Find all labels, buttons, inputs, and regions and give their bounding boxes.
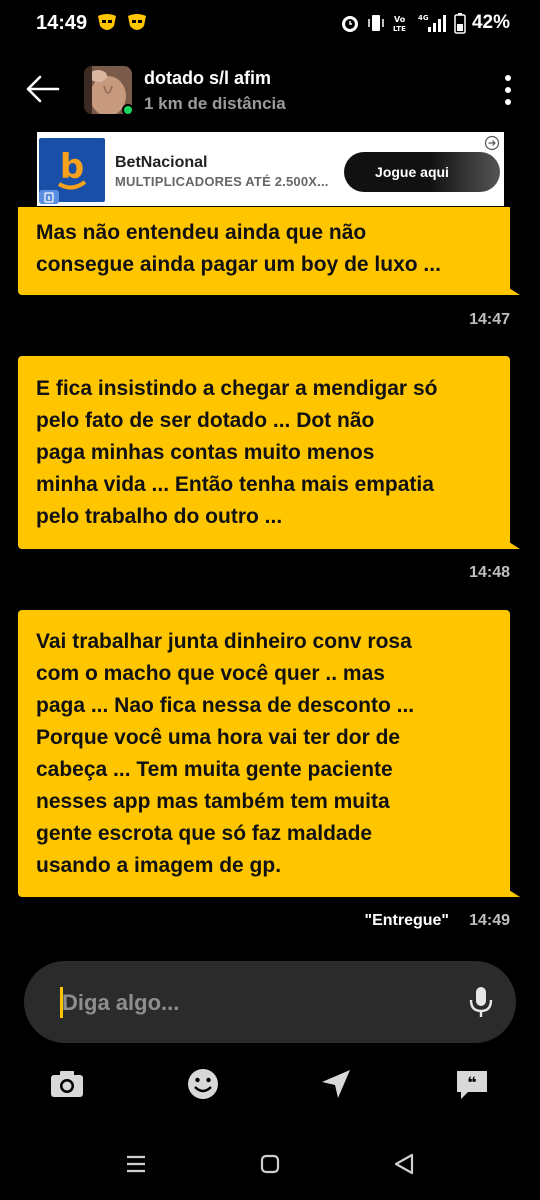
emoji-icon[interactable] [185,1066,221,1102]
recent-apps-icon[interactable] [122,1150,150,1178]
message-bubble[interactable]: Mas não entendeu ainda que não consegue … [18,207,520,295]
status-time: 14:49 [36,12,88,34]
ad-banner[interactable]: b BetNacional MULTIPLICADORES ATÉ 2.500X… [37,132,504,206]
online-indicator [122,104,134,116]
message-line: minha vida ... Então tenha mais empatia [36,473,434,496]
message-line: com o macho que você quer .. mas [36,662,385,685]
profile-name[interactable]: dotado s/l afim [144,68,271,89]
ad-subtitle: MULTIPLICADORES ATÉ 2.500X... [115,174,329,189]
message-line: pelo trabalho do outro ... [36,505,283,528]
status-right: Vo LTE 4G 42% [340,12,510,34]
message-line: usando a imagem de gp. [36,854,282,877]
battery-percent: 42% [471,12,510,33]
ad-cta-button[interactable]: Jogue aqui [344,152,500,192]
chat-toolbar: ❝ [0,1066,540,1110]
message-line: gente escrota que só faz maldade [36,822,373,845]
back-icon[interactable] [390,1150,418,1178]
microphone-icon[interactable] [468,985,494,1019]
message-line: cabeça ... Tem muita gente paciente [36,758,393,781]
delivery-status: "Entregue" [364,912,449,929]
grindr-notification-icon [96,12,118,34]
message-line: Vai trabalhar junta dinheiro conv rosa [36,630,412,653]
saved-phrases-icon[interactable]: ❝ [454,1066,490,1102]
vibrate-icon [366,12,386,34]
message-input[interactable]: Diga algo... [24,961,516,1043]
ad-choices-icon[interactable] [484,135,500,151]
svg-text:LTE: LTE [393,25,406,33]
message-time: 14:49 [469,912,510,929]
svg-text:❝: ❝ [467,1073,476,1092]
more-options-icon[interactable] [504,74,512,106]
alarm-icon [340,12,360,34]
message-line: paga minhas contas muito menos [36,441,375,464]
message-line: nesses app mas também tem muita [36,790,390,813]
status-bar: 14:49 Vo LTE 4G 42% [0,0,540,48]
svg-text:4G: 4G [418,14,429,22]
signal-icon: 4G [418,12,448,34]
message-line: Mas não entendeu ainda que não [36,221,367,244]
ad-info-icon[interactable] [39,190,59,204]
profile-distance: 1 km de distância [144,94,286,113]
message-time: 14:48 [469,564,510,581]
system-nav-bar [0,1146,540,1186]
message-line: paga ... Nao fica nessa de desconto ... [36,694,415,717]
camera-icon[interactable] [49,1066,85,1102]
location-icon[interactable] [318,1066,354,1102]
back-arrow-icon[interactable] [24,74,60,104]
bubble-tail [498,535,520,549]
message-line: consegue ainda pagar um boy de luxo ... [36,253,441,276]
home-icon[interactable] [256,1150,284,1178]
message-line: E fica insistindo a chegar a mendigar só [36,377,438,400]
ad-title: BetNacional [115,154,208,171]
chat-header: dotado s/l afim 1 km de distância [0,56,540,126]
message-bubble[interactable]: E fica insistindo a chegar a mendigar só… [18,356,520,549]
volte-icon: Vo LTE [392,12,412,34]
message-time: 14:47 [469,311,510,328]
svg-text:Vo: Vo [394,15,406,24]
message-line: Porque você uma hora vai ter dor de [36,726,401,749]
bubble-tail [498,883,520,897]
battery-icon [454,12,466,34]
ad-logo-letter: b [60,147,84,187]
message-bubble[interactable]: Vai trabalhar junta dinheiro conv rosa c… [18,610,520,897]
message-line: pelo fato de ser dotado ... Dot não [36,409,375,432]
message-input-placeholder: Diga algo... [62,990,180,1015]
bubble-tail [498,281,520,295]
grindr-notification-icon [126,12,148,34]
notification-icons [96,12,148,34]
